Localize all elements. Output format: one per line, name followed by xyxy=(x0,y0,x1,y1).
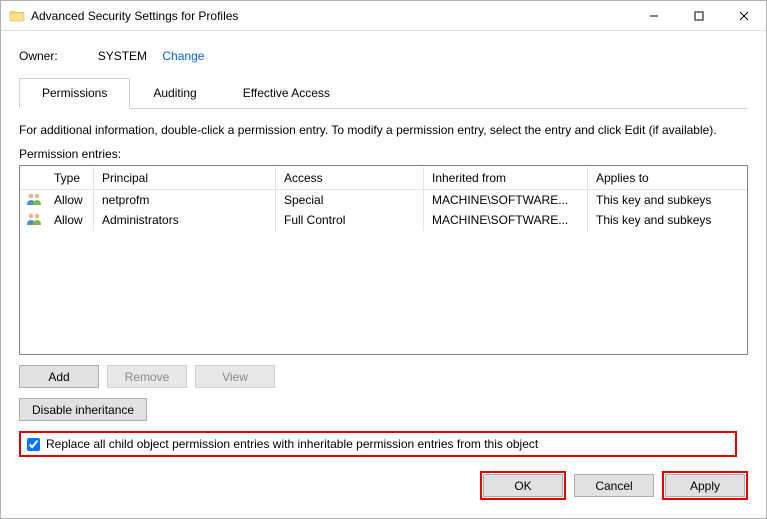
ok-button[interactable]: OK xyxy=(483,474,563,497)
minimize-button[interactable] xyxy=(631,1,676,31)
col-principal[interactable]: Principal xyxy=(94,167,276,189)
titlebar: Advanced Security Settings for Profiles xyxy=(1,1,766,31)
add-button[interactable]: Add xyxy=(19,365,99,388)
cancel-button[interactable]: Cancel xyxy=(574,474,654,497)
col-access[interactable]: Access xyxy=(276,167,424,189)
tab-effective-access[interactable]: Effective Access xyxy=(220,78,353,109)
col-inherited[interactable]: Inherited from xyxy=(424,167,588,189)
info-text: For additional information, double-click… xyxy=(19,123,748,137)
folder-icon xyxy=(9,8,25,24)
replace-child-entries-label: Replace all child object permission entr… xyxy=(46,437,538,451)
replace-child-entries-checkbox[interactable] xyxy=(27,438,40,451)
window-title: Advanced Security Settings for Profiles xyxy=(31,9,238,23)
tabs: Permissions Auditing Effective Access xyxy=(19,77,748,109)
view-button: View xyxy=(195,365,275,388)
entries-header: Type Principal Access Inherited from App… xyxy=(20,166,747,190)
permission-entries-list[interactable]: Type Principal Access Inherited from App… xyxy=(19,165,748,355)
owner-label: Owner: xyxy=(19,49,58,63)
col-type[interactable]: Type xyxy=(46,167,94,189)
remove-button: Remove xyxy=(107,365,187,388)
tab-auditing[interactable]: Auditing xyxy=(130,78,219,109)
entries-label: Permission entries: xyxy=(19,147,748,161)
table-row[interactable]: Allow Administrators Full Control MACHIN… xyxy=(20,210,747,230)
table-row[interactable]: Allow netprofm Special MACHINE\SOFTWARE.… xyxy=(20,190,747,210)
maximize-button[interactable] xyxy=(676,1,721,31)
tab-permissions[interactable]: Permissions xyxy=(19,78,130,109)
replace-child-entries-row[interactable]: Replace all child object permission entr… xyxy=(19,431,737,457)
owner-value: SYSTEM xyxy=(98,49,147,63)
close-button[interactable] xyxy=(721,1,766,31)
disable-inheritance-button[interactable]: Disable inheritance xyxy=(19,398,147,421)
users-icon xyxy=(20,208,46,233)
change-owner-link[interactable]: Change xyxy=(162,49,204,63)
apply-button[interactable]: Apply xyxy=(665,474,745,497)
col-applies[interactable]: Applies to xyxy=(588,167,747,189)
